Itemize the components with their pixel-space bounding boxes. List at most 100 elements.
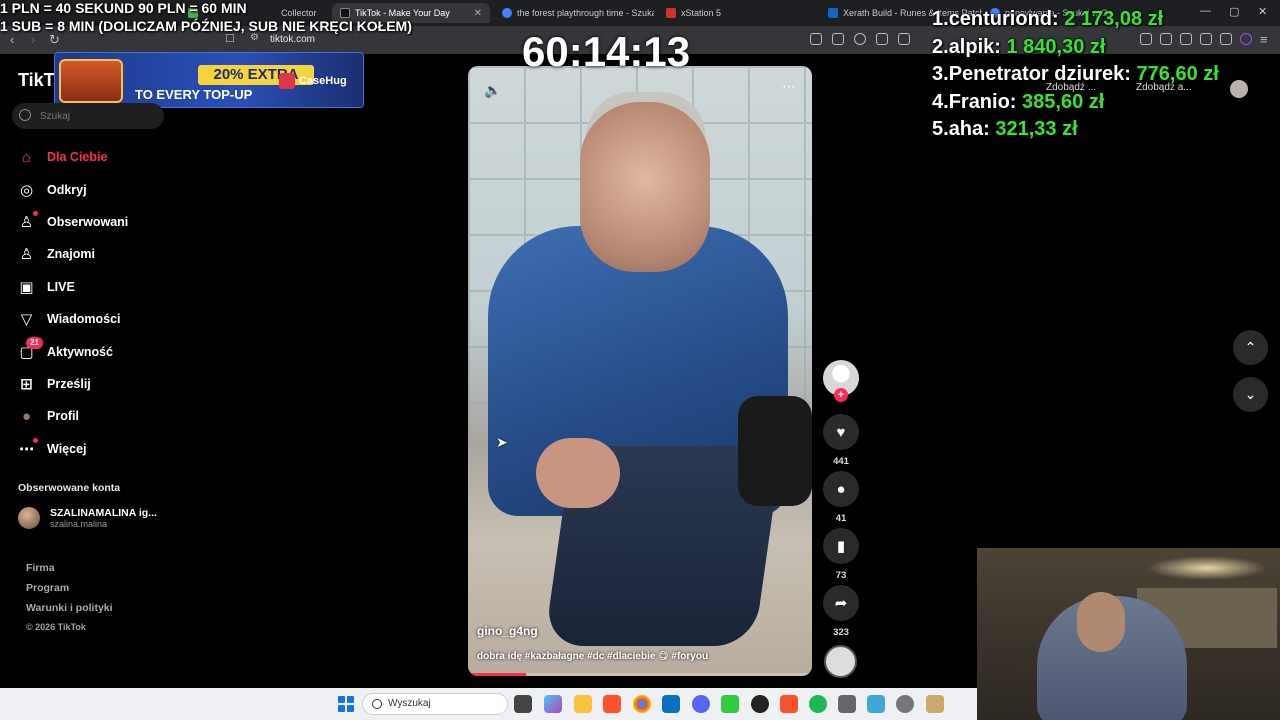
comment-action[interactable]: ● 41	[822, 471, 860, 524]
extension-icon[interactable]	[810, 33, 822, 45]
obs-icon[interactable]	[751, 695, 769, 713]
save-count: 73	[835, 570, 847, 581]
sound-avatar[interactable]	[824, 645, 857, 678]
activity-badge: 21	[26, 337, 43, 350]
menu-icon[interactable]: ≡	[1260, 32, 1268, 47]
windows-start-icon[interactable]	[338, 696, 354, 712]
user-avatar[interactable]	[1230, 80, 1248, 98]
leaderboard-row: 4.Franio: 385,60 zł	[932, 90, 1105, 113]
profile-icon[interactable]	[1240, 33, 1252, 45]
copilot-icon[interactable]	[544, 695, 562, 713]
cast-icon[interactable]	[876, 33, 888, 45]
video-progress-fill	[468, 673, 527, 676]
chevron-down-icon: ⌄	[1244, 386, 1257, 402]
upload-icon: ⊞	[20, 375, 33, 393]
save-action[interactable]: ▮ 73	[822, 528, 860, 581]
sidebar-item-upload[interactable]: ⊞ Prześlij	[18, 368, 128, 400]
ceiling-light	[1147, 556, 1267, 580]
sidebar-item-following[interactable]: ♙ Obserwowani	[18, 206, 128, 238]
url-field[interactable]: tiktok.com	[270, 34, 315, 45]
volume-icon[interactable]: 🔈	[484, 82, 501, 99]
forward-icon[interactable]: ›	[31, 32, 35, 47]
sidebar-item-messages[interactable]: ▽ Wiadomości	[18, 303, 128, 335]
video-person-hands	[536, 438, 620, 508]
sidebar-item-live[interactable]: ▣ LIVE	[18, 271, 128, 303]
comment-icon[interactable]: ●	[823, 471, 859, 507]
donation-rules-line2: 1 SUB = 8 MIN (DOLICZAM PÓŹNIEJ, SUB NIE…	[0, 18, 412, 34]
notepad-icon[interactable]	[867, 695, 885, 713]
spotify-icon[interactable]	[809, 695, 827, 713]
follow-plus-icon[interactable]: +	[834, 388, 848, 402]
avatar	[18, 507, 40, 529]
google-favicon-icon	[502, 8, 512, 18]
zoom-icon[interactable]	[854, 33, 866, 45]
share-action[interactable]: ➦ 323	[822, 585, 860, 638]
video-caption[interactable]: dobra idę #kazbałagne #dc #dlaciebie 😋 #…	[477, 651, 708, 662]
file-explorer-icon[interactable]	[574, 695, 592, 713]
casehug-logo-icon	[279, 73, 295, 89]
next-video-button[interactable]: ⌄	[1233, 377, 1268, 412]
more-options-icon[interactable]: ⋯	[782, 78, 796, 95]
streamer-face	[1077, 592, 1125, 652]
mouse-cursor-icon: ➤	[496, 434, 508, 450]
like-action[interactable]: ♥ 441	[822, 414, 860, 467]
sidebar-item-activity[interactable]: ▢ 21 Aktywność	[18, 335, 128, 367]
taskbar-search[interactable]: Wyszukaj	[362, 693, 508, 715]
video-author[interactable]: gino_g4ng	[477, 624, 538, 638]
leaderboard-row: 3.Penetrator dziurek: 776,60 zł	[932, 63, 1219, 85]
casehug-promo-banner[interactable]: 20% EXTRA TO EVERY TOP-UP CaseHug	[54, 52, 364, 108]
calculator-icon[interactable]	[838, 695, 856, 713]
back-icon[interactable]: ‹	[10, 32, 14, 47]
reload-icon[interactable]: ↻	[49, 32, 60, 48]
razer-icon[interactable]	[721, 695, 739, 713]
share-icon[interactable]	[898, 33, 910, 45]
sidebar-item-explore[interactable]: ◎ Odkryj	[18, 173, 128, 205]
footer-link-program[interactable]: Program	[26, 582, 113, 602]
following-icon: ♙	[19, 213, 34, 231]
followed-accounts-heading: Obserwowane konta	[18, 482, 121, 494]
tiktok-search[interactable]	[12, 103, 164, 129]
tab-xstation[interactable]: xStation 5	[658, 3, 818, 23]
promo-brand: CaseHug	[279, 73, 347, 89]
sidebar-item-for-you[interactable]: ⌂ Dla Ciebie	[18, 141, 128, 173]
search-input[interactable]	[40, 107, 150, 125]
maximize-icon[interactable]: ▢	[1229, 5, 1239, 18]
discord-icon[interactable]	[692, 695, 710, 713]
sidebar-item-friends[interactable]: ♙ Znajomi	[18, 238, 128, 270]
task-view-icon[interactable]	[514, 695, 532, 713]
leaderboard-row: 5.aha: 321,33 zł	[932, 118, 1078, 140]
profile-icon: ●	[21, 407, 32, 425]
tab-search-forest[interactable]: the forest playthrough time - Szukaj	[494, 3, 654, 23]
previous-video-button[interactable]: ⌃	[1233, 330, 1268, 365]
settings-icon[interactable]	[896, 695, 914, 713]
footer-link-terms[interactable]: Warunki i polityki	[26, 602, 113, 622]
translate-icon[interactable]	[832, 33, 844, 45]
vpn-icon[interactable]	[1220, 33, 1232, 45]
bookmark-icon[interactable]: ▮	[823, 528, 859, 564]
close-window-icon[interactable]: ✕	[1258, 5, 1267, 18]
chrome-icon[interactable]	[633, 695, 651, 713]
treasure-chest-icon	[59, 59, 123, 103]
followed-account[interactable]: SZALINAMALINA ig... szalina.malina	[18, 507, 157, 529]
store-icon[interactable]	[662, 695, 680, 713]
sidebar-item-profile[interactable]: ● Profil	[18, 400, 128, 432]
share-arrow-icon[interactable]: ➦	[823, 585, 859, 621]
league-client-icon[interactable]	[926, 695, 944, 713]
brave-icon[interactable]	[603, 695, 621, 713]
video-player[interactable]: 🔈 ⋯ gino_g4ng dobra idę #kazbałagne #dc …	[468, 66, 812, 676]
donation-rules-line1: 1 PLN = 40 SEKUND 90 PLN = 60 MIN	[0, 0, 247, 16]
notification-dot	[33, 210, 38, 216]
video-progress-bar[interactable]	[468, 673, 812, 676]
account-name: SZALINAMALINA ig...	[50, 507, 157, 519]
heart-icon[interactable]: ♥	[823, 414, 859, 450]
share-count: 323	[833, 627, 849, 638]
friends-icon: ♙	[19, 246, 34, 264]
compass-icon: ◎	[19, 181, 34, 199]
footer-link-company[interactable]: Firma	[26, 562, 113, 582]
sidebar-item-more[interactable]: ⋯ Więcej	[18, 433, 128, 465]
tiktok-favicon-icon	[340, 8, 350, 18]
like-count: 441	[833, 456, 849, 467]
home-icon: ⌂	[21, 148, 32, 166]
brave-active-icon[interactable]	[780, 695, 798, 713]
close-tab-icon[interactable]: ✕	[474, 8, 482, 19]
